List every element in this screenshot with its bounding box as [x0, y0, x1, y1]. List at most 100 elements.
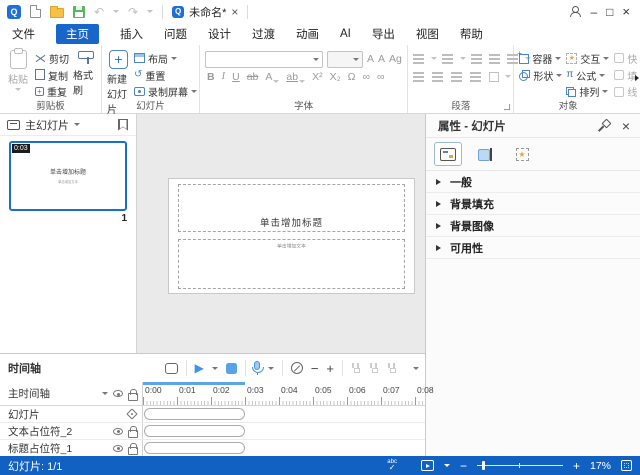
tab-animations[interactable]: 动画 — [296, 26, 319, 42]
arrange-dropdown-icon[interactable] — [602, 90, 608, 93]
save-icon[interactable] — [73, 6, 85, 18]
minimize-button[interactable]: – — [590, 6, 597, 18]
properties-tab-general[interactable] — [434, 142, 462, 166]
decrease-indent-icon[interactable] — [471, 53, 484, 64]
zoom-out-icon[interactable]: − — [460, 460, 467, 472]
reset-button[interactable]: ↺重置 — [134, 67, 197, 84]
timeline-zoom-out-icon[interactable]: − — [311, 362, 319, 375]
zoom-slider[interactable] — [477, 461, 563, 470]
font-family-select[interactable] — [205, 51, 323, 68]
eye-icon[interactable] — [113, 445, 123, 452]
maximize-button[interactable]: □ — [606, 6, 613, 18]
close-button[interactable]: × — [622, 5, 630, 18]
preview-button[interactable] — [421, 460, 434, 471]
stop-icon[interactable] — [226, 363, 237, 374]
tab-file[interactable]: 文件 — [12, 26, 35, 42]
layout-dropdown-icon[interactable] — [171, 57, 177, 60]
redo-dropdown-icon[interactable] — [147, 10, 153, 13]
bold-button[interactable]: B — [207, 72, 215, 83]
decrease-font-icon[interactable]: A — [378, 54, 385, 65]
slides-panel-dropdown-icon[interactable] — [74, 123, 80, 126]
open-folder-icon[interactable] — [50, 8, 64, 18]
spell-check-icon[interactable]: abc ✓ — [387, 459, 397, 472]
bookmark-icon[interactable] — [118, 119, 128, 131]
tab-transitions[interactable]: 过渡 — [252, 26, 275, 42]
tab-insert[interactable]: 插入 — [120, 26, 143, 42]
align-right-icon[interactable] — [451, 71, 464, 82]
tab-design[interactable]: 设计 — [208, 26, 231, 42]
title-placeholder[interactable]: 单击增加标题 — [178, 184, 405, 232]
slide[interactable]: 单击增加标题 单击增加文本 — [168, 178, 415, 294]
properties-tab-size-position[interactable] — [471, 142, 499, 166]
row-title-placeholder-cell[interactable]: 标题占位符_1 — [0, 440, 143, 456]
master-track-dropdown-icon[interactable] — [102, 392, 108, 395]
equation-button[interactable]: π公式 — [566, 67, 610, 84]
frame-mode-icon[interactable] — [165, 363, 178, 374]
tab-questions[interactable]: 问题 — [164, 26, 187, 42]
font-color-button[interactable]: A — [265, 72, 279, 83]
row-slide-cell[interactable]: 幻灯片 — [0, 406, 143, 422]
master-track-cell[interactable]: 主时间轴 — [0, 382, 143, 405]
text-placeholder-time-bar[interactable] — [144, 425, 245, 437]
paste-button[interactable]: 粘贴 — [5, 50, 31, 100]
paragraph-dialog-launcher-icon[interactable] — [504, 104, 510, 110]
undo-icon[interactable]: ↶ — [94, 6, 104, 18]
properties-tab-interactivity[interactable]: ★ — [508, 142, 536, 166]
eye-icon[interactable] — [113, 428, 123, 435]
align-center-icon[interactable] — [432, 71, 445, 82]
tab-view[interactable]: 视图 — [416, 26, 439, 42]
timeline-ruler[interactable]: 0:00 0:01 0:02 0:03 0:04 0:05 0:06 0:07 … — [143, 382, 425, 405]
interaction-dropdown-icon[interactable] — [603, 57, 609, 60]
layout-button[interactable]: 布局 — [134, 50, 197, 67]
section-general[interactable]: 一般 — [426, 171, 640, 193]
zoom-in-icon[interactable]: + — [573, 460, 580, 472]
symbol-button[interactable]: Ω — [348, 72, 356, 83]
row-text-placeholder-cell[interactable]: 文本占位符_2 — [0, 423, 143, 439]
timeline-more-dropdown-icon[interactable] — [413, 367, 419, 370]
pin-icon[interactable] — [599, 120, 610, 131]
play-icon[interactable]: ▶ — [195, 362, 204, 374]
highlight-button[interactable]: ab — [286, 72, 305, 83]
cut-button[interactable]: 剪切 — [35, 50, 69, 67]
container-dropdown-icon[interactable] — [555, 57, 561, 60]
tab-ai[interactable]: AI — [340, 28, 351, 40]
section-background-fill[interactable]: 背景填充 — [426, 193, 640, 215]
preview-dropdown-icon[interactable] — [444, 464, 450, 467]
slide-thumbnail[interactable]: 0:03 单击增加标题 单击增加文本 — [9, 141, 127, 211]
editing-canvas[interactable]: 单击增加标题 单击增加文本 — [137, 114, 425, 353]
title-placeholder-time-bar[interactable] — [144, 442, 245, 454]
underline-button[interactable]: U — [232, 72, 240, 83]
numbered-list-icon[interactable] — [442, 53, 455, 64]
lock-icon[interactable] — [128, 426, 136, 436]
snap-option-icon[interactable] — [351, 363, 361, 373]
record-screen-dropdown-icon[interactable] — [191, 90, 197, 93]
font-size-select[interactable] — [327, 51, 363, 68]
timeline-row-slide[interactable]: 幻灯片 — [0, 406, 425, 423]
tab-home[interactable]: 主页 — [56, 24, 99, 44]
new-document-icon[interactable] — [30, 5, 41, 18]
tag-icon[interactable] — [126, 408, 137, 419]
play-dropdown-icon[interactable] — [212, 367, 218, 370]
text-placeholder[interactable]: 单击增加文本 — [178, 239, 405, 289]
zoom-slider-handle[interactable] — [482, 461, 485, 470]
subscript-button[interactable]: X₂ — [330, 72, 341, 83]
timeline-zoom-fit-icon[interactable] — [291, 362, 303, 374]
section-background-image[interactable]: 背景图像 — [426, 215, 640, 237]
container-button[interactable]: 容器 — [519, 50, 562, 67]
increase-indent-icon[interactable] — [489, 53, 502, 64]
interaction-button[interactable]: ★交互 — [566, 50, 610, 67]
microphone-icon[interactable] — [254, 361, 260, 370]
tab-help[interactable]: 帮助 — [460, 26, 483, 42]
quick-style-button[interactable]: 快 — [614, 50, 638, 67]
shape-dropdown-icon[interactable] — [556, 74, 562, 77]
section-accessibility[interactable]: 可用性 — [426, 237, 640, 259]
increase-font-icon[interactable]: A — [367, 54, 374, 65]
equation-dropdown-icon[interactable] — [599, 74, 605, 77]
align-justify-icon[interactable] — [470, 71, 483, 82]
document-close-icon[interactable]: × — [231, 6, 238, 18]
new-slide-button[interactable]: + 新建幻灯片 — [107, 50, 130, 100]
properties-close-icon[interactable]: × — [622, 119, 630, 133]
account-icon[interactable] — [569, 6, 581, 17]
align-left-icon[interactable] — [413, 71, 426, 82]
microphone-dropdown-icon[interactable] — [268, 367, 274, 370]
